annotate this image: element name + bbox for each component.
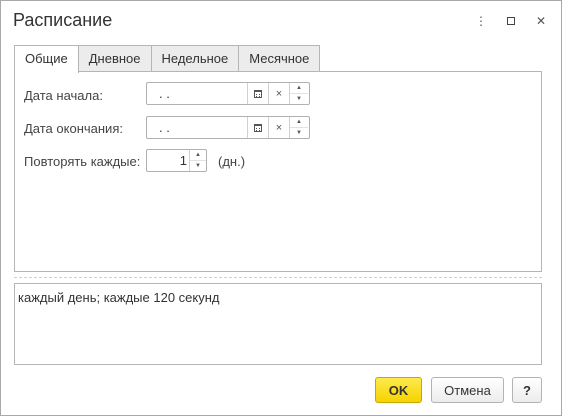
spin-down-icon[interactable]: ▼ [190,160,206,171]
maximize-icon[interactable] [501,11,521,31]
end-date-stepper[interactable]: ▲ ▼ [289,117,308,138]
end-date-label: Дата окончания: [24,121,123,136]
calendar-icon[interactable] [247,117,268,138]
start-date-field[interactable]: . . × ▲ ▼ [146,82,310,105]
tab-weekly[interactable]: Недельное [150,45,240,71]
start-date-stepper[interactable]: ▲ ▼ [289,83,308,104]
dialog-title: Расписание [13,10,113,30]
spin-up-icon[interactable]: ▲ [190,150,206,160]
tab-bar: Общие Дневное Недельное Месячное [14,45,321,73]
repeat-every-label: Повторять каждые: [24,154,141,169]
repeat-stepper[interactable]: ▲ ▼ [189,150,206,171]
cancel-button[interactable]: Отмена [431,377,504,403]
repeat-every-value[interactable]: 1 [147,150,189,171]
end-date-value[interactable]: . . [147,117,247,138]
end-date-field[interactable]: . . × ▲ ▼ [146,116,310,139]
tab-daily[interactable]: Дневное [77,45,152,71]
clear-icon[interactable]: × [268,117,289,138]
spin-down-icon[interactable]: ▼ [290,93,308,104]
repeat-unit-label: (дн.) [218,154,246,169]
start-date-value[interactable]: . . [147,83,247,104]
splitter[interactable] [14,277,542,278]
calendar-icon[interactable] [247,83,268,104]
spin-down-icon[interactable]: ▼ [290,127,308,138]
clear-icon[interactable]: × [268,83,289,104]
general-tab-panel: Дата начала: . . × ▲ ▼ Дата окончания: .… [14,71,542,272]
schedule-dialog: Расписание ⋮ ✕ Общие Дневное Недельное М… [0,0,562,416]
schedule-description: каждый день; каждые 120 секунд [14,283,542,365]
start-date-label: Дата начала: [24,88,103,103]
ok-button[interactable]: OK [375,377,422,403]
repeat-every-field[interactable]: 1 ▲ ▼ [146,149,207,172]
spin-up-icon[interactable]: ▲ [290,83,308,93]
more-icon[interactable]: ⋮ [471,11,491,31]
tab-monthly[interactable]: Месячное [238,45,321,71]
spin-up-icon[interactable]: ▲ [290,117,308,127]
tab-general[interactable]: Общие [14,45,79,73]
help-button[interactable]: ? [512,377,542,403]
close-icon[interactable]: ✕ [531,11,551,31]
